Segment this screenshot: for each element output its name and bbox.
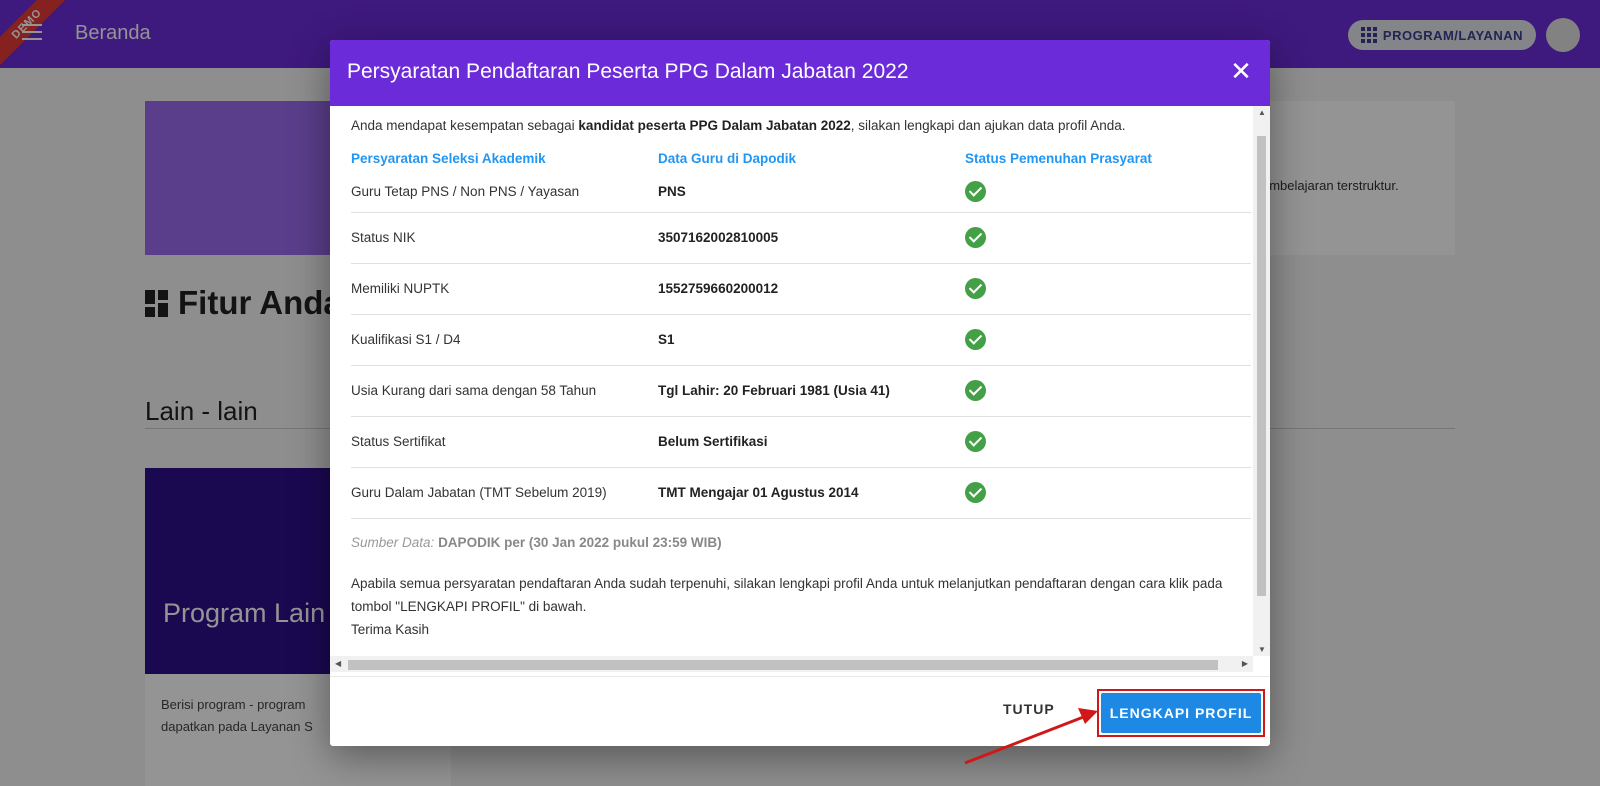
requirement-cell: Memiliki NUPTK [351, 263, 658, 315]
check-circle-icon [965, 181, 986, 203]
status-cell [965, 416, 1251, 468]
status-cell [965, 365, 1251, 417]
table-header-row: Persyaratan Seleksi Akademik Data Guru d… [351, 151, 1251, 172]
table-row: Status Sertifikat Belum Sertifikasi [351, 416, 1251, 468]
intro-text-part: Anda mendapat kesempatan sebagai [351, 118, 579, 133]
column-header: Data Guru di Dapodik [658, 151, 797, 166]
status-cell [965, 263, 1251, 315]
scrollbar-thumb[interactable] [1257, 136, 1266, 596]
table-row: Kualifikasi S1 / D4 S1 [351, 314, 1251, 366]
requirement-cell: Status NIK [351, 212, 658, 264]
status-cell [965, 467, 1251, 519]
column-header: Status Pemenuhan Prasyarat [965, 151, 1152, 166]
check-circle-icon [965, 329, 986, 350]
tutup-button[interactable]: TUTUP [1003, 701, 1055, 717]
requirements-table: Persyaratan Seleksi Akademik Data Guru d… [351, 151, 1251, 519]
dialog-title: Persyaratan Pendaftaran Peserta PPG Dala… [347, 60, 909, 83]
dialog-body[interactable]: Anda mendapat kesempatan sebagai kandida… [330, 106, 1270, 672]
close-icon[interactable]: ✕ [1228, 58, 1254, 84]
table-row: Guru Dalam Jabatan (TMT Sebelum 2019) TM… [351, 467, 1251, 519]
value-cell: Tgl Lahir: 20 Februari 1981 (Usia 41) [658, 365, 965, 417]
persyaratan-dialog: Persyaratan Pendaftaran Peserta PPG Dala… [330, 40, 1270, 746]
requirement-cell: Guru Dalam Jabatan (TMT Sebelum 2019) [351, 467, 658, 519]
vertical-scrollbar[interactable]: ▲ ▼ [1253, 106, 1270, 656]
horizontal-scrollbar[interactable]: ◀ ▶ [330, 656, 1253, 672]
value-cell: 3507162002810005 [658, 212, 965, 264]
value-cell: 1552759660200012 [658, 263, 965, 315]
check-circle-icon [965, 380, 986, 401]
value-cell: TMT Mengajar 01 Agustus 2014 [658, 467, 965, 519]
value-cell: Belum Sertifikasi [658, 416, 965, 468]
requirement-cell: Status Sertifikat [351, 416, 658, 468]
lengkapi-profil-button[interactable]: LENGKAPI PROFIL [1101, 693, 1261, 733]
scroll-left-icon[interactable]: ◀ [335, 659, 341, 668]
value-cell: S1 [658, 314, 965, 366]
closing-text: Terima Kasih [351, 621, 430, 637]
requirement-cell: Guru Tetap PNS / Non PNS / Yayasan [351, 172, 658, 213]
intro-text-part: , silakan lengkapi dan ajukan data profi… [850, 118, 1126, 133]
status-cell [965, 314, 1251, 366]
requirement-cell: Usia Kurang dari sama dengan 58 Tahun [351, 365, 658, 417]
scroll-right-icon[interactable]: ▶ [1242, 659, 1248, 668]
requirement-cell: Kualifikasi S1 / D4 [351, 314, 658, 366]
status-cell [965, 172, 1251, 213]
table-row: Guru Tetap PNS / Non PNS / Yayasan PNS [351, 172, 1251, 213]
intro-text-bold: kandidat peserta PPG Dalam Jabatan 2022 [578, 118, 851, 133]
check-circle-icon [965, 482, 986, 503]
scrollbar-thumb[interactable] [348, 660, 1218, 670]
column-header: Persyaratan Seleksi Akademik [351, 151, 546, 166]
data-source-note: Sumber Data: DAPODIK per (30 Jan 2022 pu… [351, 535, 1251, 550]
dialog-header: Persyaratan Pendaftaran Peserta PPG Dala… [330, 40, 1270, 106]
check-circle-icon [965, 227, 986, 248]
scroll-down-icon[interactable]: ▼ [1258, 645, 1266, 654]
check-circle-icon [965, 431, 986, 452]
table-row: Usia Kurang dari sama dengan 58 Tahun Tg… [351, 365, 1251, 417]
check-circle-icon [965, 278, 986, 299]
instruction-paragraph: Apabila semua persyaratan pendaftaran An… [351, 575, 1223, 614]
value-cell: PNS [658, 172, 965, 213]
intro-text: Anda mendapat kesempatan sebagai kandida… [351, 118, 1251, 133]
source-value: DAPODIK per (30 Jan 2022 pukul 23:59 WIB… [438, 534, 722, 550]
table-row: Status NIK 3507162002810005 [351, 212, 1251, 264]
status-cell [965, 212, 1251, 264]
table-row: Memiliki NUPTK 1552759660200012 [351, 263, 1251, 315]
scroll-up-icon[interactable]: ▲ [1258, 108, 1266, 117]
dialog-footer: TUTUP LENGKAPI PROFIL [330, 676, 1270, 746]
source-label: Sumber Data: [351, 534, 435, 550]
